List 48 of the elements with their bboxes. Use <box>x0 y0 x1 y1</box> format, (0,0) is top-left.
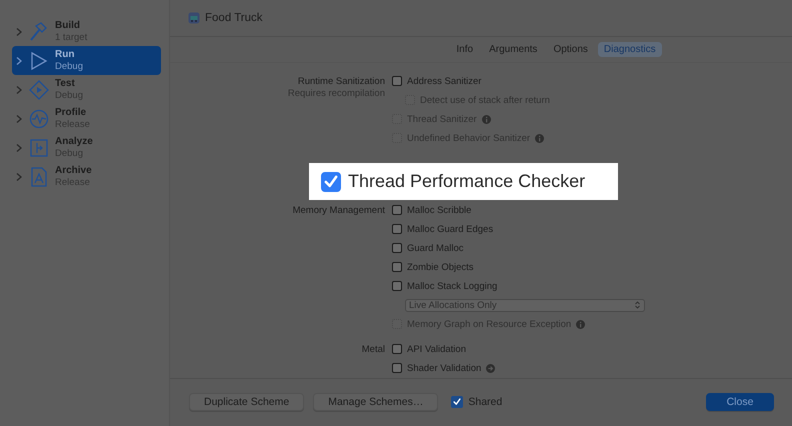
checkbox[interactable] <box>392 262 402 272</box>
action-title: Profile <box>55 106 88 118</box>
option-label: Malloc Guard Edges <box>407 224 494 235</box>
truck-app-icon <box>188 12 200 24</box>
checkbox[interactable] <box>392 76 402 86</box>
section-label: Memory Management <box>292 204 385 218</box>
action-subtitle: Debug <box>55 60 83 72</box>
checkbox[interactable] <box>392 344 402 354</box>
action-title: Run <box>55 48 76 60</box>
option-label: Zombie Objects <box>407 262 474 273</box>
checkbox[interactable] <box>451 396 464 408</box>
option-label: Shader Validation <box>407 362 482 374</box>
section-label: Metal <box>362 342 385 357</box>
chevron-icon <box>15 114 23 124</box>
action-title: Archive <box>55 164 92 176</box>
chevron-icon <box>15 142 23 152</box>
section-label: Runtime Sanitization <box>298 74 385 89</box>
shared-label: Shared <box>468 396 502 408</box>
close-button[interactable]: Close <box>706 393 774 412</box>
chevron-icon <box>15 26 23 36</box>
tab[interactable]: Options <box>547 42 594 58</box>
chevron-icon <box>15 84 23 94</box>
option-label: API Validation <box>407 344 466 355</box>
action-title: Analyze <box>55 136 93 148</box>
checkbox[interactable] <box>392 281 402 292</box>
diamond-play-icon <box>27 78 51 102</box>
checkbox[interactable] <box>392 205 402 216</box>
action-title: Test <box>55 78 76 90</box>
chevron-icon <box>15 172 23 182</box>
checkbox[interactable] <box>392 363 402 374</box>
checkbox[interactable] <box>321 172 341 192</box>
tab[interactable]: Arguments <box>483 42 544 58</box>
scheme-action-item[interactable]: Run Debug <box>12 46 161 75</box>
scheme-button[interactable]: Duplicate Scheme <box>189 393 304 412</box>
scheme-button[interactable]: Manage Schemes… <box>313 393 438 412</box>
tab[interactable]: Info <box>450 42 480 58</box>
checkbox[interactable] <box>392 243 402 254</box>
project-title: Food Truck <box>205 12 263 24</box>
checkbox[interactable] <box>392 224 402 234</box>
callout-label: Thread Performance Checker <box>348 171 586 192</box>
option-label: Malloc Stack Logging <box>407 280 498 292</box>
action-title: Build <box>55 20 81 32</box>
chevron-icon <box>15 56 23 66</box>
tab[interactable]: Diagnostics <box>598 42 662 58</box>
updown-chevron-icon <box>635 301 640 310</box>
option-label: Address Sanitizer <box>407 76 482 87</box>
option-label: Malloc Scribble <box>407 204 472 216</box>
option-label: Guard Malloc <box>407 242 464 254</box>
